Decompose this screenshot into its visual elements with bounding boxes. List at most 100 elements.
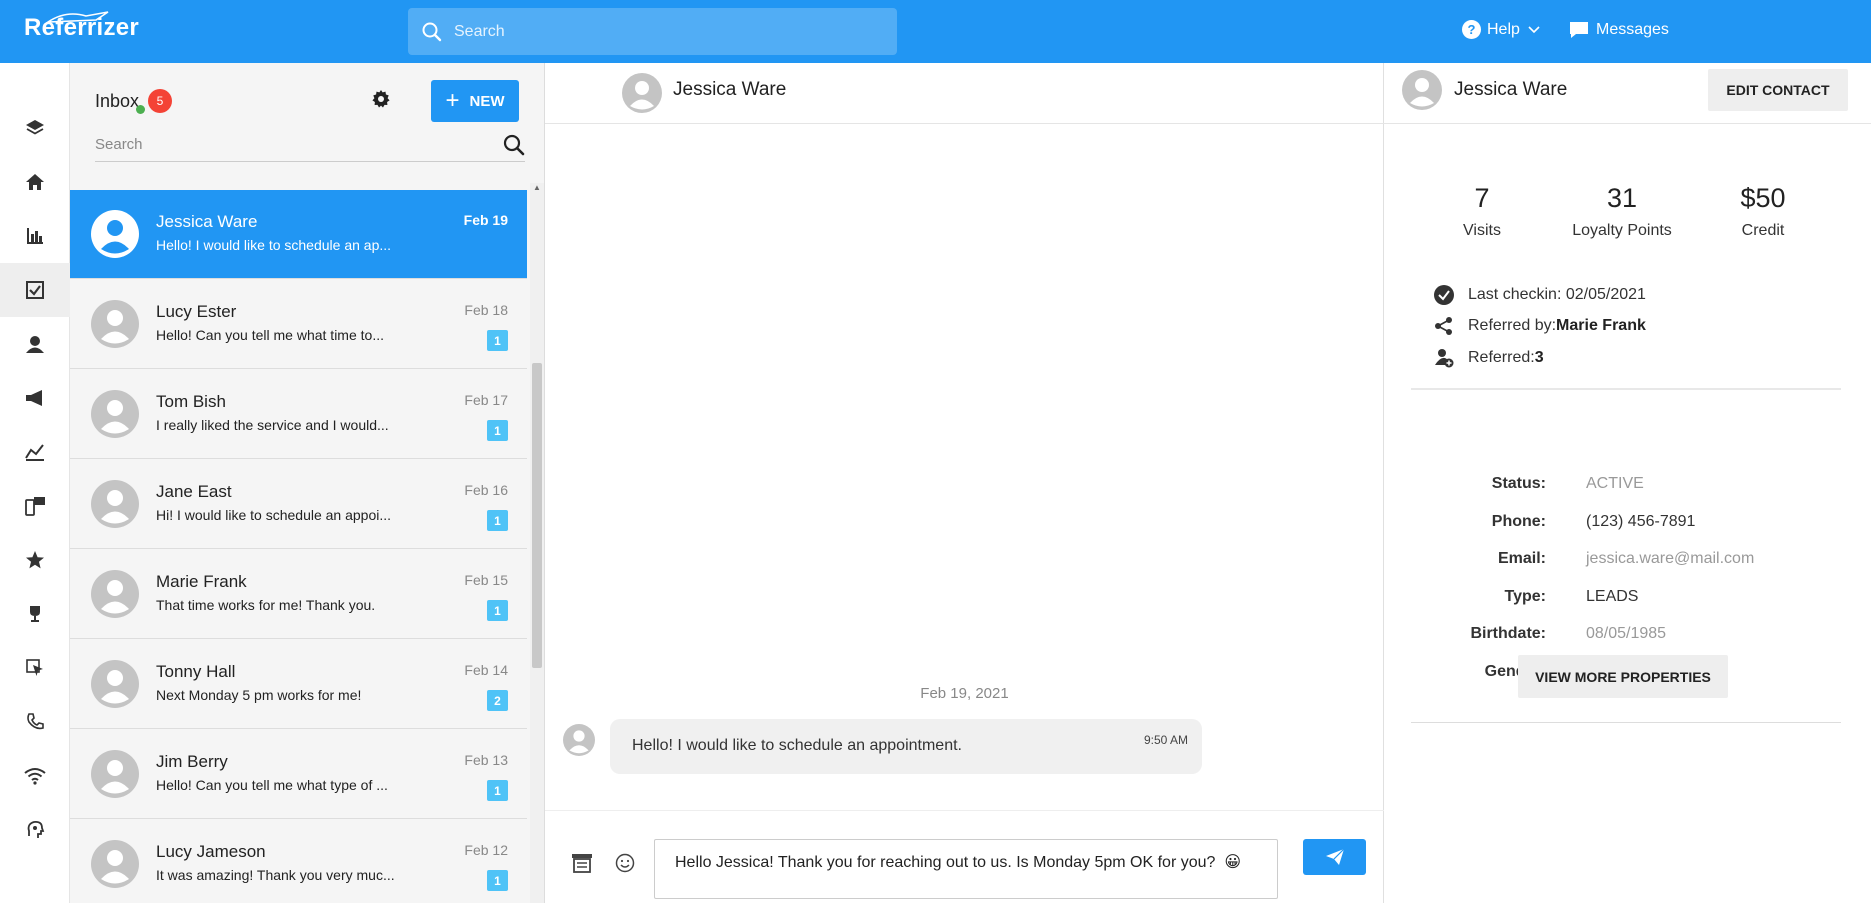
unread-count-badge: 1 xyxy=(487,330,508,351)
contacts-icon xyxy=(26,336,44,353)
conversation-name: Jim Berry xyxy=(156,752,228,771)
nav-home[interactable] xyxy=(0,155,70,209)
avatar xyxy=(91,750,139,798)
plus-icon: + xyxy=(445,87,460,114)
phone-icon xyxy=(27,713,44,730)
nav-sms-marketing[interactable] xyxy=(0,479,70,533)
logo-swoosh-icon xyxy=(46,11,109,23)
conversation-item[interactable]: Jessica Ware Hello! I would like to sched… xyxy=(70,190,527,279)
inbox-search-input[interactable]: Search xyxy=(95,130,525,162)
conversation-item[interactable]: Lucy Jameson It was amazing! Thank you ve… xyxy=(70,820,527,903)
nav-campaigns[interactable] xyxy=(0,371,70,425)
smiley-icon xyxy=(615,853,635,873)
property-value[interactable]: jessica.ware@mail.com xyxy=(1586,550,1754,568)
contact-name: Jessica Ware xyxy=(1454,79,1568,100)
cursor-click-icon xyxy=(26,659,43,676)
messages-nav-button[interactable]: Messages xyxy=(1568,20,1669,40)
edit-contact-button[interactable]: EDIT CONTACT xyxy=(1708,69,1848,111)
new-message-button[interactable]: + NEW xyxy=(431,80,519,122)
nav-website[interactable] xyxy=(0,641,70,695)
conversation-preview: Hello! Can you tell me what time to... xyxy=(156,327,384,343)
last-checkin-text: Last checkin: 02/05/2021 xyxy=(1468,286,1646,303)
global-search-input[interactable]: Search xyxy=(408,8,897,55)
property-key: Status: xyxy=(1491,475,1546,492)
left-navigation xyxy=(0,63,70,903)
conversation-item[interactable]: Tonny Hall Next Monday 5 pm works for me!… xyxy=(70,640,527,729)
avatar xyxy=(91,210,139,258)
stat-label: Loyalty Points xyxy=(1572,222,1672,239)
help-menu-button[interactable]: ? Help xyxy=(1462,20,1540,39)
property-value[interactable]: (123) 456-7891 xyxy=(1586,513,1695,531)
inbox-panel: Inbox 5 + NEW Search Jessica Ware Hello! … xyxy=(70,63,545,903)
message-composer-input[interactable]: Hello Jessica! Thank you for reaching ou… xyxy=(654,839,1278,899)
property-value[interactable]: LEADS xyxy=(1586,588,1638,606)
nav-reviews[interactable] xyxy=(0,533,70,587)
nav-reports[interactable] xyxy=(0,209,70,263)
home-icon xyxy=(26,174,44,190)
avatar xyxy=(91,660,139,708)
section-divider xyxy=(1411,388,1841,390)
inbox-settings-button[interactable] xyxy=(372,90,390,113)
help-label: Help xyxy=(1487,20,1520,38)
send-button[interactable] xyxy=(1303,839,1366,875)
new-button-label: NEW xyxy=(469,92,505,110)
stat-loyalty-points: 31 Loyalty Points xyxy=(1557,183,1687,240)
conversation-item[interactable]: Jane East Hi! I would like to schedule an… xyxy=(70,460,527,549)
conversation-preview: Hello! I would like to schedule an ap... xyxy=(156,237,392,253)
conversation-date: Feb 17 xyxy=(464,392,508,408)
search-icon[interactable] xyxy=(503,134,525,156)
checkbox-icon xyxy=(26,281,44,299)
templates-button[interactable] xyxy=(571,853,593,878)
conversation-name: Tom Bish xyxy=(156,392,226,411)
nav-layers[interactable] xyxy=(0,101,70,155)
scrollbar-thumb[interactable] xyxy=(532,363,542,668)
nav-contacts[interactable] xyxy=(0,317,70,371)
conversation-preview: Hi! I would like to schedule an appoi... xyxy=(156,507,392,523)
chat-bubble-icon xyxy=(1570,22,1588,38)
avatar xyxy=(91,570,139,618)
conversation-item[interactable]: Tom Bish I really liked the service and I… xyxy=(70,370,527,459)
scroll-up-arrow-icon[interactable]: ▲ xyxy=(533,183,541,192)
referred-by-value[interactable]: Marie Frank xyxy=(1556,317,1646,335)
conversation-item[interactable]: Marie Frank That time works for me! Thank… xyxy=(70,550,527,639)
unread-count-badge: 1 xyxy=(487,870,508,891)
nav-ai[interactable] xyxy=(0,803,70,857)
conversation-date: Feb 15 xyxy=(464,572,508,588)
stat-value: 31 xyxy=(1606,183,1638,213)
message-avatar xyxy=(563,724,595,756)
online-status-dot xyxy=(136,105,145,114)
contact-header: Jessica Ware EDIT CONTACT xyxy=(1384,63,1871,124)
nav-calls[interactable] xyxy=(0,695,70,749)
nav-checkins[interactable] xyxy=(0,263,70,317)
avatar xyxy=(1402,70,1442,110)
contact-panel: Jessica Ware EDIT CONTACT 7 Visits 31 Lo… xyxy=(1384,63,1871,903)
conversation-name: Jessica Ware xyxy=(156,212,258,231)
conversation-item[interactable]: Jim Berry Hello! Can you tell me what typ… xyxy=(70,730,527,819)
app-logo[interactable]: Referrizer xyxy=(24,11,139,42)
stat-value: 7 xyxy=(1474,183,1490,213)
property-value[interactable]: 08/05/1985 xyxy=(1586,625,1666,643)
check-circle-icon xyxy=(1434,285,1454,305)
wifi-icon xyxy=(24,768,46,785)
referred-label: Referred: xyxy=(1468,349,1535,366)
nav-loyalty[interactable] xyxy=(0,587,70,641)
conversation-item[interactable]: Lucy Ester Hello! Can you tell me what ti… xyxy=(70,280,527,369)
chat-panel: Jessica Ware Feb 19, 2021 Hello! I would… xyxy=(545,63,1384,903)
megaphone-icon xyxy=(26,390,42,406)
conversation-name: Jane East xyxy=(156,482,232,501)
conversation-date: Feb 19 xyxy=(463,212,508,228)
nav-analytics[interactable] xyxy=(0,425,70,479)
view-more-properties-button[interactable]: VIEW MORE PROPERTIES xyxy=(1518,655,1728,698)
property-value[interactable]: ACTIVE xyxy=(1586,475,1644,493)
emoji-picker-button[interactable] xyxy=(615,853,635,878)
referred-value: 3 xyxy=(1534,349,1544,366)
conversation-preview: I really liked the service and I would..… xyxy=(156,417,389,433)
conversation-preview: Next Monday 5 pm works for me! xyxy=(156,687,362,703)
referred-by-row: Referred by: Marie Frank xyxy=(1434,316,1646,336)
conversation-name: Lucy Jameson xyxy=(156,842,266,861)
nav-wifi[interactable] xyxy=(0,749,70,803)
brain-icon xyxy=(27,820,45,838)
chat-contact-name[interactable]: Jessica Ware xyxy=(673,79,786,101)
conversation-list-scrollbar[interactable]: ▲ xyxy=(530,183,544,903)
date-separator: Feb 19, 2021 xyxy=(920,685,1009,702)
